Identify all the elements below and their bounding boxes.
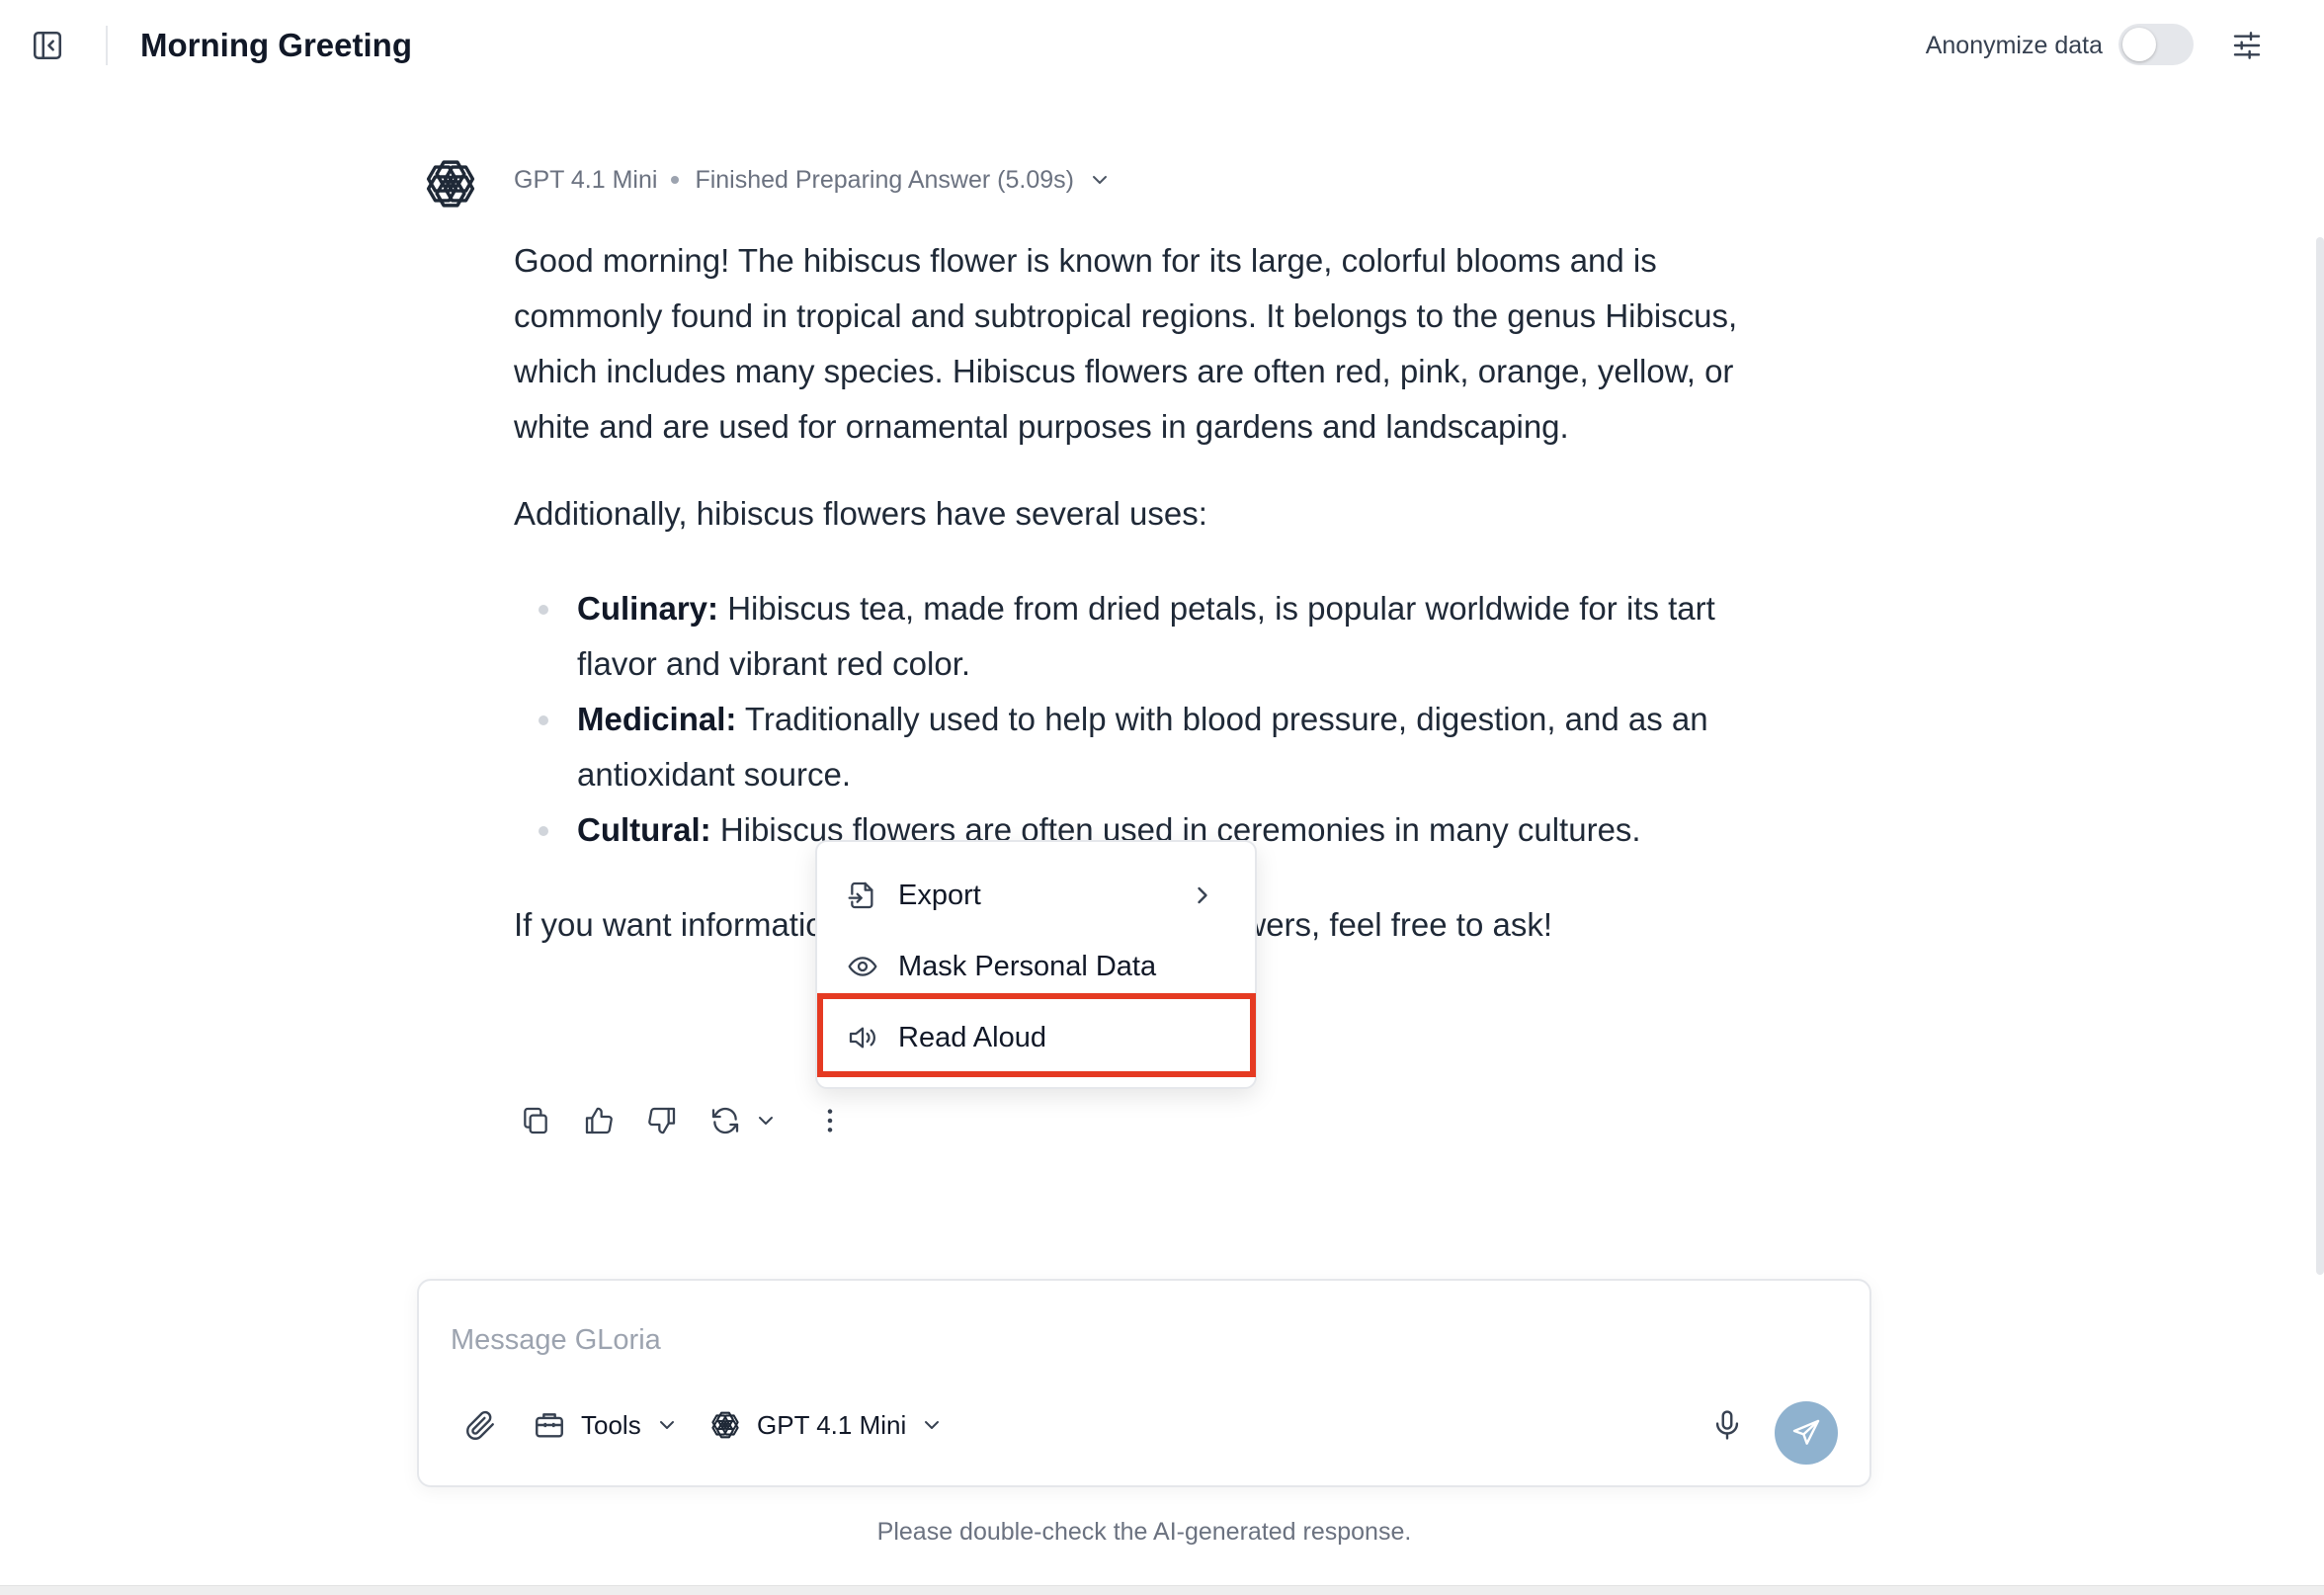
chevron-down-icon <box>655 1413 679 1437</box>
settings-button[interactable] <box>2227 26 2267 65</box>
model-label: GPT 4.1 Mini <box>757 1409 907 1440</box>
menu-item-mask-personal-data[interactable]: Mask Personal Data <box>835 935 1240 998</box>
separator-dot <box>671 176 680 184</box>
sidebar-collapse-icon <box>33 31 62 60</box>
list-item-term: Cultural: <box>577 811 711 848</box>
bottom-edge <box>0 1585 2324 1595</box>
list-item: Medicinal: Traditionally used to help wi… <box>514 692 1779 802</box>
thumbs-up-icon <box>585 1107 613 1134</box>
more-vertical-icon <box>827 1109 833 1133</box>
speaker-icon <box>845 1020 880 1055</box>
uses-list: Culinary: Hibiscus tea, made from dried … <box>514 581 1779 858</box>
thumbs-down-button[interactable] <box>640 1099 684 1142</box>
message-actions <box>514 1097 872 1144</box>
message-paragraph: Additionally, hibiscus flowers have seve… <box>514 495 1207 532</box>
anonymize-label: Anonymize data <box>1925 32 2103 59</box>
paperclip-icon <box>466 1410 494 1440</box>
openai-logo-icon <box>706 1405 745 1445</box>
send-button[interactable] <box>1775 1401 1838 1465</box>
more-options-menu: Export Mask Personal Data Read Aloud <box>815 840 1257 1089</box>
tools-button[interactable]: Tools <box>530 1401 679 1449</box>
toolbox-icon <box>530 1405 569 1445</box>
answer-status: Finished Preparing Answer (5.09s) <box>695 166 1074 194</box>
tools-label: Tools <box>581 1409 641 1440</box>
regenerate-button[interactable] <box>704 1099 747 1142</box>
chevron-down-icon <box>920 1413 944 1437</box>
menu-item-label: Read Aloud <box>898 1021 1046 1053</box>
regenerate-options-button[interactable] <box>751 1099 781 1142</box>
header-divider <box>106 26 108 65</box>
chevron-down-icon <box>759 1117 773 1125</box>
copy-icon <box>524 1107 547 1134</box>
copy-button[interactable] <box>514 1099 557 1142</box>
sidebar-toggle-button[interactable] <box>28 28 67 63</box>
eye-icon <box>845 949 880 984</box>
list-item-term: Medicinal: <box>577 701 737 737</box>
attach-button[interactable] <box>458 1403 502 1447</box>
toggle-knob <box>2122 28 2156 61</box>
model-name: GPT 4.1 Mini <box>514 166 658 194</box>
microphone-icon <box>1715 1410 1739 1440</box>
message-paragraph: Good morning! The hibiscus flower is kno… <box>514 242 1738 445</box>
message-composer: Tools GPT 4.1 Mini <box>417 1279 1871 1487</box>
list-item: Culinary: Hibiscus tea, made from dried … <box>514 581 1779 692</box>
sliders-icon <box>2233 32 2261 59</box>
status-expand-button[interactable] <box>1088 168 1112 192</box>
refresh-icon <box>711 1107 739 1134</box>
send-icon <box>1792 1419 1820 1445</box>
page-title: Morning Greeting <box>140 27 412 63</box>
model-selector[interactable]: GPT 4.1 Mini <box>706 1401 944 1449</box>
chevron-down-icon <box>1092 176 1107 184</box>
chevron-right-icon <box>1189 881 1216 917</box>
message-meta: GPT 4.1 Mini Finished Preparing Answer (… <box>514 162 1112 198</box>
message-input[interactable] <box>451 1320 1834 1360</box>
ai-disclaimer: Please double-check the AI-generated res… <box>876 1518 1412 1546</box>
thumbs-up-button[interactable] <box>577 1099 621 1142</box>
thumbs-down-icon <box>648 1107 676 1134</box>
menu-item-read-aloud[interactable]: Read Aloud <box>835 1006 1240 1069</box>
list-item-term: Culinary: <box>577 590 719 627</box>
scrollbar[interactable] <box>2316 237 2324 1275</box>
menu-item-label: Mask Personal Data <box>898 950 1157 982</box>
menu-item-export[interactable]: Export <box>835 864 1240 927</box>
anonymize-toggle[interactable] <box>2118 24 2194 65</box>
export-icon <box>845 878 880 913</box>
top-bar: Morning Greeting Anonymize data <box>0 0 2324 91</box>
list-item-text: Hibiscus tea, made from dried petals, is… <box>577 590 1715 682</box>
more-options-button[interactable] <box>808 1099 852 1142</box>
microphone-button[interactable] <box>1705 1401 1749 1449</box>
openai-logo-icon <box>426 160 475 208</box>
list-item-text: Traditionally used to help with blood pr… <box>577 701 1708 793</box>
menu-item-label: Export <box>898 879 981 911</box>
